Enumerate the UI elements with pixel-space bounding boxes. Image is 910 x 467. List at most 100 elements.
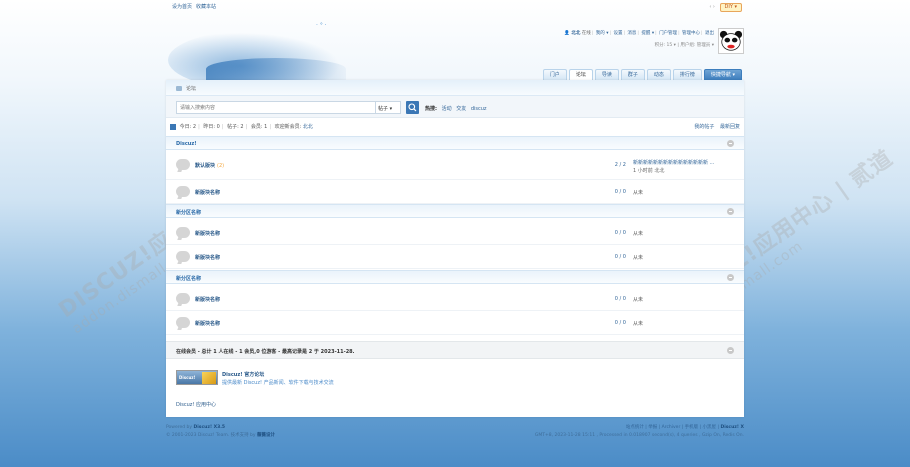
logout-link[interactable]: 退出	[705, 31, 714, 36]
breadcrumb: 论坛	[166, 80, 744, 96]
category-title[interactable]: 新分区名称	[176, 210, 201, 216]
forum-thread-count: 2 / 2	[614, 162, 626, 168]
main-nav: 门户 论坛 导读 群子 动态 排行榜 快捷导航 ▾	[542, 69, 742, 80]
nav-tab-groups[interactable]: 群子	[620, 69, 645, 80]
username-link[interactable]: 北北	[571, 31, 580, 36]
last-post-text: 从未	[633, 255, 644, 261]
forum-icon	[176, 293, 190, 304]
support-link[interactable]: 薇薇设计	[257, 433, 275, 438]
breadcrumb-forum[interactable]: 论坛	[186, 86, 196, 92]
last-post-text: 从未	[633, 231, 644, 237]
header: · ° · 👤 北北 在线| 我的 ▾| 设置| 消息| 提醒 ▾| 门户管理|…	[166, 14, 744, 90]
newest-member-link[interactable]: 北北	[303, 124, 313, 130]
last-post-meta: 1 小时前 北北	[633, 168, 665, 174]
stat-today: 今日: 2	[179, 124, 197, 130]
collapse-icon[interactable]	[727, 347, 734, 354]
forum-name-link[interactable]: 新版块名称	[195, 230, 220, 237]
hot-search-link[interactable]: discuz	[471, 106, 487, 112]
last-post-text: 从未	[633, 190, 644, 196]
forum-row: 新版块名称 0 / 0 从未	[166, 245, 744, 269]
hot-search: 热搜: 活动 交友 discuz	[425, 105, 487, 112]
forum-thread-count: 0 / 0	[614, 320, 626, 326]
forum-thread-count: 0 / 0	[614, 254, 626, 260]
my-menu[interactable]: 我的 ▾	[596, 31, 609, 36]
category-header: Discuz!	[166, 136, 744, 150]
my-posts-link[interactable]: 我的帖子	[694, 124, 714, 130]
search-icon	[408, 103, 417, 112]
collapse-icon[interactable]	[727, 140, 734, 147]
online-members-text: 在线会员 - 总计 1 人在线 - 1 会员,0 位游客 - 最高记录是 2 于…	[176, 349, 355, 355]
forum-name-link[interactable]: 新版块名称	[195, 189, 220, 196]
reminders-menu[interactable]: 提醒 ▾	[641, 31, 654, 36]
powered-by-link[interactable]: Discuz! X3.5	[194, 425, 226, 430]
user-bar: 👤 北北 在线| 我的 ▾| 设置| 消息| 提醒 ▾| 门户管理| 管理中心|…	[564, 31, 714, 36]
app-center-link[interactable]: Discuz! 应用中心	[176, 401, 216, 408]
footer-brand: Discuz! X	[720, 425, 744, 430]
user-status: 在线	[581, 31, 591, 36]
forum-thread-count: 0 / 0	[614, 230, 626, 236]
messages-link[interactable]: 消息	[627, 31, 636, 36]
logo-wave	[206, 58, 346, 80]
diy-button[interactable]: DIY ▾	[719, 3, 742, 12]
forum-name-link[interactable]: 默认版块	[195, 163, 215, 169]
category-title[interactable]: 新分区名称	[176, 276, 201, 282]
friend-link-title[interactable]: Discuz! 官方论坛	[222, 371, 264, 378]
search-bar: 帖子 ▾ 热搜: 活动 交友 discuz	[166, 96, 744, 118]
forum-name-link[interactable]: 新版块名称	[195, 254, 220, 261]
hot-search-label: 热搜:	[425, 106, 437, 112]
last-post-text: 从未	[633, 297, 644, 303]
forum-name-link[interactable]: 新版块名称	[195, 296, 220, 303]
forum-icon	[176, 159, 190, 170]
hot-search-link[interactable]: 交友	[456, 106, 466, 112]
forum-new-count: (2)	[217, 163, 225, 169]
category-title[interactable]: Discuz!	[176, 141, 197, 147]
collapse-icon[interactable]	[727, 208, 734, 215]
search-type-select[interactable]: 帖子 ▾	[375, 101, 401, 114]
stat-yesterday: 昨日: 0	[203, 124, 220, 130]
pencil-icon	[202, 372, 216, 384]
search-input[interactable]	[176, 101, 376, 114]
forum-thread-count: 0 / 0	[614, 189, 626, 195]
stat-posts: 帖子: 2	[227, 124, 244, 130]
footer-links[interactable]: 站点统计 | 举报 | Archiver | 手机版 | 小黑屋 |	[626, 425, 719, 430]
last-post-link[interactable]: 新新新新新新新新新新新新新新新 ...	[633, 159, 714, 166]
forum-thread-count: 0 / 0	[614, 296, 626, 302]
forum-row: 默认版块 (2) 2 / 2 新新新新新新新新新新新新新新新 ... 1 小时前 …	[166, 153, 744, 180]
hot-search-link[interactable]: 活动	[442, 106, 452, 112]
portal-admin-link[interactable]: 门户管理	[659, 31, 677, 36]
search-button[interactable]	[406, 101, 419, 114]
width-toggle-icon[interactable]: ‹ ›	[709, 4, 715, 10]
avatar[interactable]	[718, 28, 744, 54]
set-home-link[interactable]: 设为首页	[172, 4, 192, 10]
forum-row: 新版块名称 0 / 0 从未	[166, 311, 744, 335]
collapse-icon[interactable]	[727, 274, 734, 281]
stat-welcome: 欢迎新会员:	[274, 124, 302, 130]
bookmark-link[interactable]: 收藏本站	[196, 4, 216, 10]
forum-row: 新版块名称 0 / 0 从未	[166, 221, 744, 245]
settings-link[interactable]: 设置	[613, 31, 622, 36]
nav-tab-forum[interactable]: 论坛	[568, 69, 593, 80]
top-bar: 设为首页 收藏本站 ‹ › DIY ▾	[172, 3, 742, 12]
forum-row: 新版块名称 0 / 0 从未	[166, 287, 744, 311]
usergroup-menu[interactable]: 用户组: 管理员 ▾	[680, 43, 714, 48]
quick-nav-button[interactable]: 快捷导航 ▾	[703, 69, 742, 80]
nav-tab-feed[interactable]: 动态	[646, 69, 671, 80]
online-members-bar[interactable]: 在线会员 - 总计 1 人在线 - 1 会员,0 位游客 - 最高记录是 2 于…	[166, 341, 744, 359]
admin-center-link[interactable]: 管理中心	[682, 31, 700, 36]
forum-icon	[176, 186, 190, 197]
forum-icon	[176, 317, 190, 328]
nav-tab-portal[interactable]: 门户	[542, 69, 567, 80]
forum-stats: 今日: 2 | 昨日: 0 | 帖子: 2 | 会员: 1 | 欢迎新会员: 北北 我的…	[170, 123, 740, 130]
friend-link-logo[interactable]: Discuz!	[176, 370, 218, 385]
forum-name-link[interactable]: 新版块名称	[195, 320, 220, 327]
footer-left: Powered by Discuz! X3.5 © 2001-2023 Disc…	[166, 425, 276, 438]
forum-row: 新版块名称 0 / 0 从未	[166, 180, 744, 204]
nav-tab-ranking[interactable]: 排行榜	[672, 69, 702, 80]
latest-reply-link[interactable]: 最新回复	[720, 124, 740, 130]
stats-icon[interactable]	[170, 123, 176, 130]
credits-menu[interactable]: 积分: 15 ▾	[655, 43, 676, 48]
nav-tab-guide[interactable]: 导读	[594, 69, 619, 80]
home-icon[interactable]	[176, 86, 182, 91]
friend-link-desc: 提供最新 Discuz! 产品新闻、软件下载与技术交流	[222, 380, 334, 386]
footer-gmt: GMT+8, 2023-11-28 15:11 , Processed in 0…	[534, 433, 744, 438]
